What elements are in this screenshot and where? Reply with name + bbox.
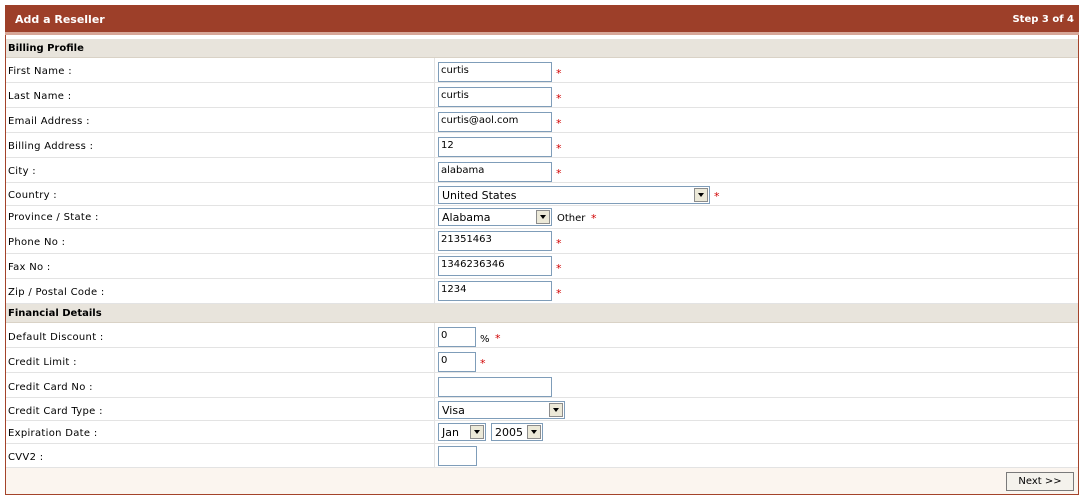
chevron-down-icon[interactable] <box>470 425 484 439</box>
billing-address-row: Billing Address : 12 * <box>6 133 1078 158</box>
discount-input[interactable]: 0 <box>438 327 476 347</box>
phone-input[interactable]: 21351463 <box>438 231 552 251</box>
chevron-down-icon[interactable] <box>536 210 550 224</box>
country-row: Country : United States * <box>6 183 1078 206</box>
chevron-down-icon[interactable] <box>549 403 563 417</box>
credit-limit-row: Credit Limit : 0 * <box>6 348 1078 373</box>
step-indicator: Step 3 of 4 <box>1012 14 1074 25</box>
last-name-input[interactable]: curtis <box>438 87 552 107</box>
country-label: Country : <box>8 190 57 201</box>
email-input[interactable]: curtis@aol.com <box>438 112 552 132</box>
country-select[interactable]: United States <box>438 186 710 204</box>
first-name-input[interactable]: curtis <box>438 62 552 82</box>
form-footer: Next >> <box>6 468 1078 494</box>
city-row: City : alabama * <box>6 158 1078 183</box>
city-label: City : <box>8 166 36 177</box>
required-marker: * <box>556 262 562 275</box>
financial-section-title: Financial Details <box>8 308 102 319</box>
city-input[interactable]: alabama <box>438 162 552 182</box>
required-marker: * <box>480 357 486 370</box>
required-marker: * <box>556 167 562 180</box>
state-other-label: Other <box>557 213 586 224</box>
card-type-select[interactable]: Visa <box>438 401 565 419</box>
last-name-label: Last Name : <box>8 91 72 102</box>
next-button[interactable]: Next >> <box>1006 472 1074 491</box>
required-marker: * <box>556 67 562 80</box>
phone-label: Phone No : <box>8 237 66 248</box>
fax-input[interactable]: 1346236346 <box>438 256 552 276</box>
discount-label: Default Discount : <box>8 332 104 343</box>
expiration-year-value: 2005 <box>495 426 523 439</box>
card-type-label: Credit Card Type : <box>8 406 103 417</box>
expiration-year-select[interactable]: 2005 <box>491 423 543 441</box>
card-number-input[interactable] <box>438 377 552 397</box>
email-row: Email Address : curtis@aol.com * <box>6 108 1078 133</box>
credit-limit-label: Credit Limit : <box>8 357 77 368</box>
first-name-label: First Name : <box>8 66 72 77</box>
discount-row: Default Discount : 0 % * <box>6 323 1078 348</box>
form-header: Add a Reseller Step 3 of 4 <box>5 5 1079 35</box>
chevron-down-icon[interactable] <box>694 188 708 202</box>
zip-input[interactable]: 1234 <box>438 281 552 301</box>
state-row: Province / State : Alabama Other * <box>6 206 1078 229</box>
billing-address-input[interactable]: 12 <box>438 137 552 157</box>
state-label: Province / State : <box>8 212 99 223</box>
country-selected-value: United States <box>442 189 517 202</box>
email-label: Email Address : <box>8 116 90 127</box>
expiration-label: Expiration Date : <box>8 428 98 439</box>
required-marker: * <box>495 332 501 345</box>
fax-label: Fax No : <box>8 262 51 273</box>
card-number-label: Credit Card No : <box>8 382 93 393</box>
required-marker: * <box>556 117 562 130</box>
card-number-row: Credit Card No : <box>6 373 1078 398</box>
required-marker: * <box>714 190 720 203</box>
phone-row: Phone No : 21351463 * <box>6 229 1078 254</box>
required-marker: * <box>556 142 562 155</box>
zip-label: Zip / Postal Code : <box>8 287 105 298</box>
cvv2-row: CVV2 : <box>6 444 1078 468</box>
billing-address-label: Billing Address : <box>8 141 94 152</box>
required-marker: * <box>556 92 562 105</box>
state-selected-value: Alabama <box>442 211 491 224</box>
billing-section-title: Billing Profile <box>8 43 84 54</box>
credit-limit-input[interactable]: 0 <box>438 352 476 372</box>
expiration-row: Expiration Date : Jan 2005 <box>6 421 1078 444</box>
required-marker: * <box>591 212 597 225</box>
percent-unit: % <box>480 334 490 345</box>
cvv2-label: CVV2 : <box>8 452 44 463</box>
fax-row: Fax No : 1346236346 * <box>6 254 1078 279</box>
state-select[interactable]: Alabama <box>438 208 552 226</box>
card-type-selected-value: Visa <box>442 404 465 417</box>
last-name-row: Last Name : curtis * <box>6 83 1078 108</box>
card-type-row: Credit Card Type : Visa <box>6 398 1078 421</box>
required-marker: * <box>556 287 562 300</box>
billing-section-header: Billing Profile <box>6 39 1078 58</box>
chevron-down-icon[interactable] <box>527 425 541 439</box>
reseller-form-panel: Add a Reseller Step 3 of 4 Billing Profi… <box>5 5 1079 495</box>
cvv2-input[interactable] <box>438 446 477 466</box>
financial-section-header: Financial Details <box>6 304 1078 323</box>
first-name-row: First Name : curtis * <box>6 58 1078 83</box>
zip-row: Zip / Postal Code : 1234 * <box>6 279 1078 304</box>
expiration-month-value: Jan <box>442 426 459 439</box>
expiration-month-select[interactable]: Jan <box>438 423 486 441</box>
form-title: Add a Reseller <box>15 13 105 26</box>
required-marker: * <box>556 237 562 250</box>
